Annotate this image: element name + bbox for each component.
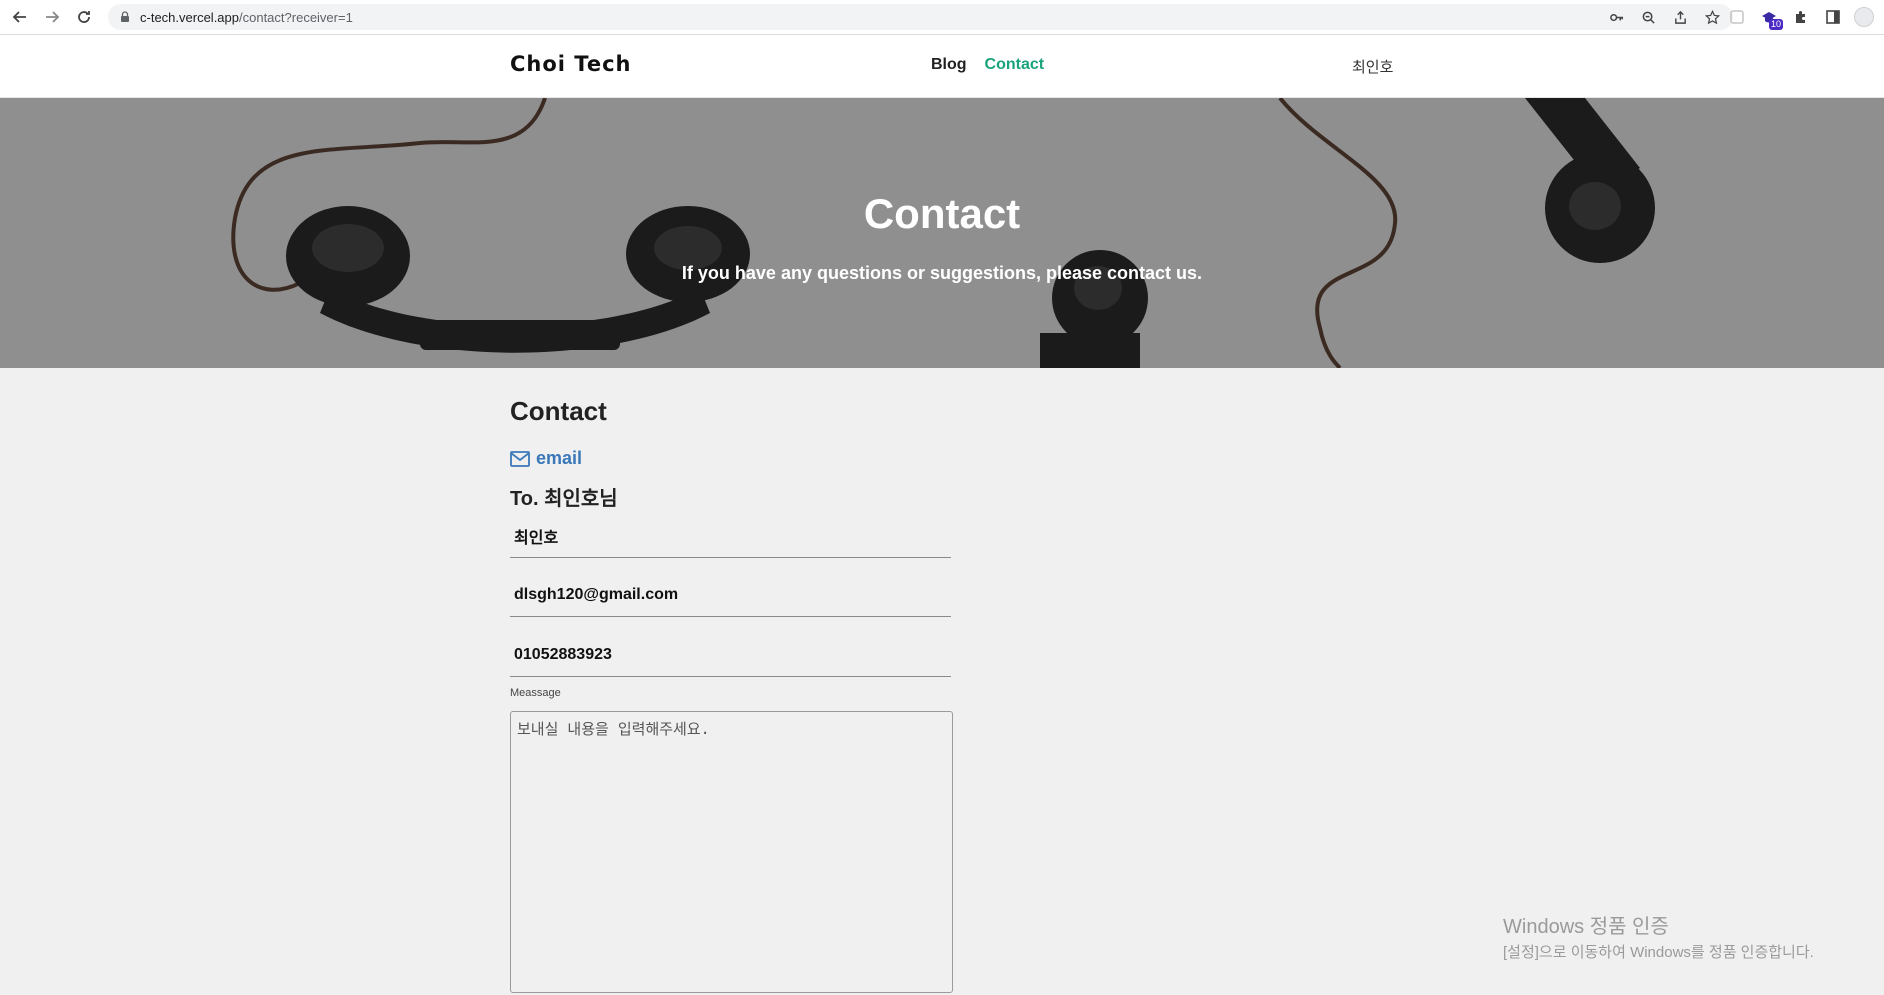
key-icon[interactable]: [1607, 8, 1625, 26]
email-field[interactable]: [510, 573, 951, 617]
windows-activation-watermark: Windows 정품 인증 [설정]으로 이동하여 Windows를 정품 인증…: [1503, 910, 1814, 962]
url-text: c-tech.vercel.app/contact?receiver=1: [140, 10, 353, 25]
puzzle-icon[interactable]: [1790, 6, 1812, 28]
profile-icon[interactable]: [1854, 7, 1874, 27]
mail-icon: [510, 450, 530, 467]
bookmark-star-icon[interactable]: [1703, 8, 1721, 26]
back-icon[interactable]: [9, 6, 31, 28]
extension-icon[interactable]: [1726, 6, 1748, 28]
sidepanel-icon[interactable]: [1822, 6, 1844, 28]
share-icon[interactable]: [1671, 8, 1689, 26]
hero-banner: Contact If you have any questions or sug…: [0, 98, 1884, 368]
nav-contact[interactable]: Contact: [985, 56, 1045, 74]
email-link[interactable]: email: [510, 448, 582, 469]
recipient-line: To. 최인호님: [510, 488, 618, 510]
site-logo[interactable]: Choi Tech: [510, 52, 631, 76]
extension-icon[interactable]: 10: [1758, 6, 1783, 30]
hero-subtitle: If you have any questions or suggestions…: [681, 263, 1203, 283]
browser-toolbar: c-tech.vercel.app/contact?receiver=1 10: [0, 0, 1884, 35]
forward-icon[interactable]: [41, 6, 63, 28]
section-title: Contact: [510, 396, 607, 426]
zoom-icon[interactable]: [1639, 8, 1657, 26]
email-link-label: email: [536, 448, 583, 468]
reload-icon[interactable]: [73, 6, 95, 28]
watermark-title: Windows 정품 인증: [1503, 916, 1669, 938]
site-header: Choi Tech Blog Contact 최인호: [0, 35, 1884, 98]
watermark-subtitle: [설정]으로 이동하여 Windows를 정품 인증합니다.: [1503, 944, 1814, 961]
main-nav: Blog Contact: [931, 56, 1044, 74]
message-label: Meassage: [510, 687, 561, 699]
address-bar[interactable]: c-tech.vercel.app/contact?receiver=1: [108, 4, 1733, 30]
hero-title: Contact: [863, 190, 1021, 237]
extension-badge: 10: [1768, 19, 1783, 30]
nav-blog[interactable]: Blog: [931, 56, 967, 74]
phone-field[interactable]: [510, 633, 951, 677]
lock-icon: [121, 11, 129, 22]
name-field[interactable]: [510, 514, 951, 558]
user-name[interactable]: 최인호: [1352, 56, 1393, 77]
message-textarea[interactable]: [510, 711, 953, 993]
